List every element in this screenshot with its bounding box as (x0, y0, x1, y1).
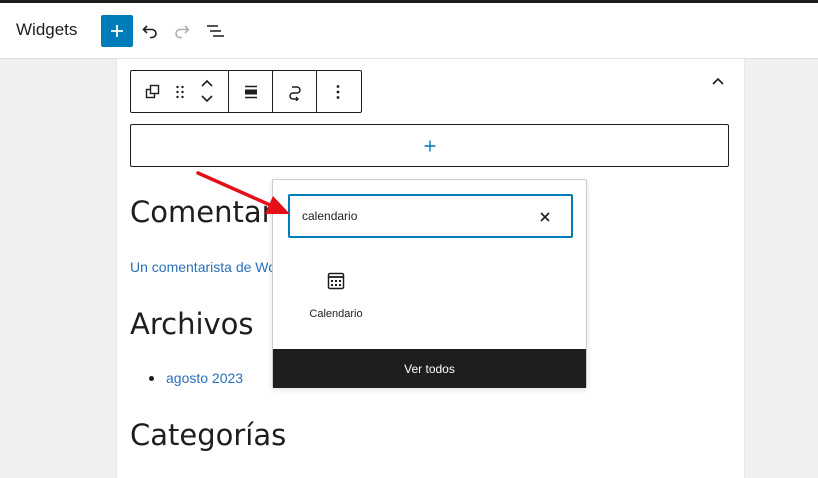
block-result-label: Calendario (309, 308, 363, 320)
redo-icon (175, 25, 190, 39)
undo-icon (142, 25, 157, 39)
toolbar-divider (272, 71, 273, 112)
block-result-calendar[interactable]: Calendario (301, 268, 371, 328)
block-appender-button[interactable] (130, 124, 729, 167)
block-toolbar (130, 70, 362, 113)
block-inserter-popover: Calendario Ver todos (272, 179, 587, 388)
move-up-icon (201, 79, 213, 87)
align-icon (245, 85, 257, 99)
collapse-area-button[interactable] (707, 70, 729, 92)
move-down-icon (201, 95, 213, 103)
redo-button[interactable] (170, 19, 194, 43)
plus-icon (424, 140, 435, 151)
link-button[interactable] (284, 82, 306, 102)
page-title: Widgets (16, 20, 78, 39)
more-options-icon (336, 85, 340, 99)
more-options-button[interactable] (328, 82, 348, 102)
transform-icon (145, 84, 160, 99)
link-icon (289, 86, 301, 101)
undo-button[interactable] (138, 19, 162, 43)
clear-search-button[interactable] (536, 208, 554, 226)
calendar-icon (327, 272, 345, 290)
drag-handle[interactable] (171, 82, 189, 102)
drag-handle-icon (176, 85, 184, 99)
search-input[interactable] (302, 206, 522, 226)
header-bar: Widgets (0, 3, 818, 59)
plus-icon (111, 25, 123, 37)
move-up-button[interactable] (197, 76, 217, 90)
search-box (288, 194, 573, 238)
close-icon (540, 212, 550, 222)
align-button[interactable] (240, 82, 262, 102)
chevron-up-icon (712, 77, 724, 85)
heading-archives: Archivos (130, 307, 254, 341)
toolbar-divider (316, 71, 317, 112)
transform-button[interactable] (143, 82, 163, 102)
view-all-button[interactable]: Ver todos (273, 349, 586, 388)
add-block-button[interactable] (101, 15, 133, 47)
list-view-icon (207, 25, 224, 37)
archive-link[interactable]: agosto 2023 (166, 370, 243, 386)
list-view-button[interactable] (203, 19, 227, 43)
move-down-button[interactable] (197, 92, 217, 106)
toolbar-divider (228, 71, 229, 112)
heading-categories: Categorías (130, 418, 287, 452)
list-bullet (149, 376, 154, 381)
